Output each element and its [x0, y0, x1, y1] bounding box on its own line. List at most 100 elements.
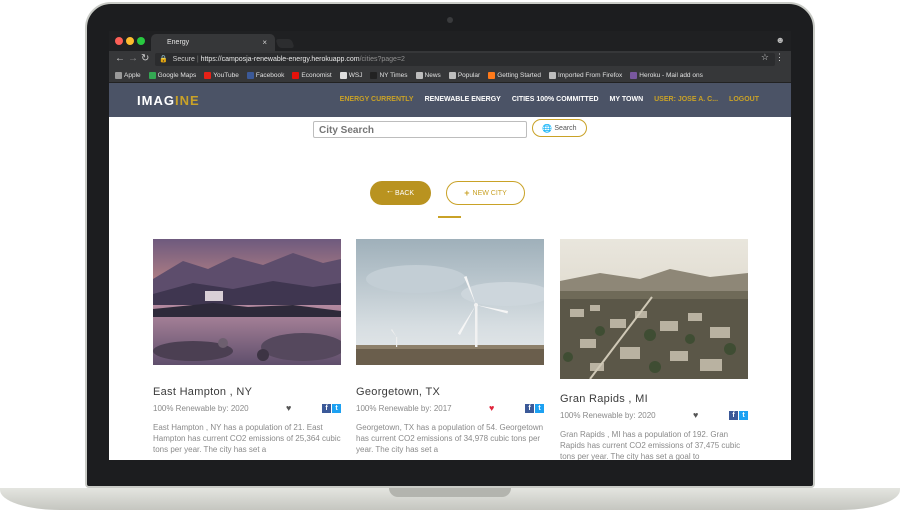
maximize-window-button[interactable] [137, 37, 145, 45]
bookmark-item[interactable]: Getting Started [488, 71, 541, 79]
nav-links: ENERGY CURRENTLY RENEWABLE ENERGY CITIES 1… [340, 96, 759, 103]
bookmark-label: Getting Started [497, 71, 541, 79]
tab-close-icon[interactable]: × [262, 38, 267, 47]
search-button-label: Search [554, 124, 577, 132]
heroku-icon [630, 71, 638, 79]
tab-title: Energy [167, 39, 190, 46]
favorite-heart-icon[interactable]: ♥ [286, 403, 291, 413]
back-button[interactable]: 🠐 BACK [370, 181, 431, 205]
bookmark-item[interactable]: Apple [115, 71, 141, 79]
bookmark-label: NY Times [379, 71, 408, 79]
bookmark-label: Popular [457, 71, 481, 79]
bookmark-item[interactable]: WSJ [339, 71, 362, 79]
favorite-heart-icon[interactable]: ♥ [489, 403, 494, 413]
maps-icon [148, 71, 156, 79]
facebook-share-icon[interactable]: f [525, 404, 534, 413]
city-name[interactable]: Gran Rapids , MI [560, 393, 748, 405]
bookmark-label: News [424, 71, 441, 79]
firefox-icon [488, 71, 496, 79]
city-search-input[interactable] [313, 121, 527, 138]
close-window-button[interactable] [115, 37, 123, 45]
address-bar[interactable]: 🔒 Secure | https://camposja-renewable-en… [155, 53, 775, 66]
city-card: Georgetown, TX 100% Renewable by: 2017 ♥… [356, 239, 544, 455]
new-city-button-label: NEW CITY [472, 189, 507, 197]
forward-arrow-icon[interactable]: → [128, 53, 138, 64]
bookmark-label: Apple [124, 71, 141, 79]
bookmarks-bar: Apple Google Maps YouTube Facebook Economist… [109, 68, 791, 83]
folder-icon [415, 71, 423, 79]
kebab-menu-icon[interactable]: ⋮ [775, 52, 784, 63]
new-tab-button[interactable] [275, 39, 295, 48]
browser-toolbar: ← → ↻ 🔒 Secure | https://camposja-renewa… [109, 51, 791, 68]
twitter-share-icon[interactable]: t [535, 404, 544, 413]
laptop-notch [389, 488, 511, 497]
new-city-button[interactable]: + NEW CITY [446, 181, 525, 205]
twitter-share-icon[interactable]: t [332, 404, 341, 413]
share-buttons: f t [729, 411, 748, 420]
bookmark-label: YouTube [213, 71, 239, 79]
favorite-heart-icon[interactable]: ♥ [693, 410, 698, 420]
bookmark-item[interactable]: Facebook [246, 71, 284, 79]
webcam [447, 17, 453, 23]
bookmark-item[interactable]: Popular [448, 71, 481, 79]
section-divider [438, 216, 461, 218]
url-host: https://camposja-renewable-energy.heroku… [200, 56, 360, 63]
bookmark-label: Heroku - Mail add ons [639, 71, 703, 79]
bookmark-item[interactable]: Google Maps [148, 71, 197, 79]
bookmark-item[interactable]: Economist [292, 71, 332, 79]
lock-icon: 🔒 [159, 56, 168, 63]
city-name[interactable]: Georgetown, TX [356, 386, 544, 398]
nytimes-icon [370, 71, 378, 79]
share-buttons: f t [525, 404, 544, 413]
incognito-icon: ☻ [775, 35, 785, 45]
city-photo-aerial-town[interactable] [560, 239, 748, 379]
city-photo-lake[interactable] [153, 239, 341, 365]
minimize-window-button[interactable] [126, 37, 134, 45]
facebook-share-icon[interactable]: f [322, 404, 331, 413]
bookmark-item[interactable]: News [415, 71, 441, 79]
nav-link-logout[interactable]: LOGOUT [729, 96, 759, 103]
apple-icon [115, 71, 122, 79]
bookmark-item[interactable]: Heroku - Mail add ons [630, 71, 703, 79]
nav-link-energy-currently[interactable]: ENERGY CURRENTLY [340, 96, 414, 103]
plus-icon: + [464, 188, 470, 198]
search-button[interactable]: 🌐 Search [532, 119, 587, 137]
nav-link-user-jose-a-c[interactable]: USER: JOSE A. C... [654, 96, 718, 103]
folder-icon [448, 71, 456, 79]
url-path: /cities?page=2 [359, 56, 405, 63]
tab-strip: Energy × ☻ [109, 31, 791, 51]
bookmark-item[interactable]: Imported From Firefox [548, 71, 622, 79]
bookmark-item[interactable]: NY Times [370, 71, 408, 79]
facebook-share-icon[interactable]: f [729, 411, 738, 420]
back-arrow-icon[interactable]: ← [115, 53, 125, 64]
reload-icon[interactable]: ↻ [141, 53, 149, 64]
app-navbar: IMAGINE ENERGY CURRENTLY RENEWABLE ENERGY… [109, 83, 791, 117]
twitter-share-icon[interactable]: t [739, 411, 748, 420]
city-photo-wind-turbine[interactable] [356, 239, 544, 365]
bookmark-item[interactable]: YouTube [204, 71, 239, 79]
youtube-icon [204, 71, 212, 79]
nav-link-renewable-energy[interactable]: RENEWABLE ENERGY [425, 96, 501, 103]
city-description: Georgetown, TX has a population of 54. G… [356, 423, 544, 454]
city-card: Gran Rapids , MI 100% Renewable by: 2020… [560, 239, 748, 460]
economist-icon [292, 71, 300, 79]
city-name[interactable]: East Hampton , NY [153, 386, 341, 398]
renewable-year: 100% Renewable by: 2020 [560, 411, 656, 420]
renewable-year: 100% Renewable by: 2020 [153, 404, 249, 413]
screen: Energy × ☻ ← → ↻ 🔒 Secure | https://camp… [109, 31, 791, 460]
city-card: East Hampton , NY 100% Renewable by: 202… [153, 239, 341, 455]
facebook-icon [246, 71, 254, 79]
nav-link-cities-100-committed[interactable]: CITIES 100% COMMITTED [512, 96, 599, 103]
bookmark-label: Google Maps [157, 71, 197, 79]
nav-link-my-town[interactable]: MY TOWN [610, 96, 644, 103]
share-buttons: f t [322, 404, 341, 413]
city-meta: 100% Renewable by: 2020 ♥ f t [153, 403, 341, 416]
browser-tab[interactable]: Energy × [151, 34, 275, 51]
logo-accent: INE [174, 93, 200, 108]
globe-icon: 🌐 [542, 123, 553, 133]
city-meta: 100% Renewable by: 2020 ♥ f t [560, 410, 748, 423]
bookmark-star-icon[interactable]: ☆ [761, 52, 769, 63]
city-description: Gran Rapids , MI has a population of 192… [560, 430, 741, 460]
logo-text: IMAG [137, 93, 175, 108]
logo[interactable]: IMAGINE [137, 93, 200, 108]
